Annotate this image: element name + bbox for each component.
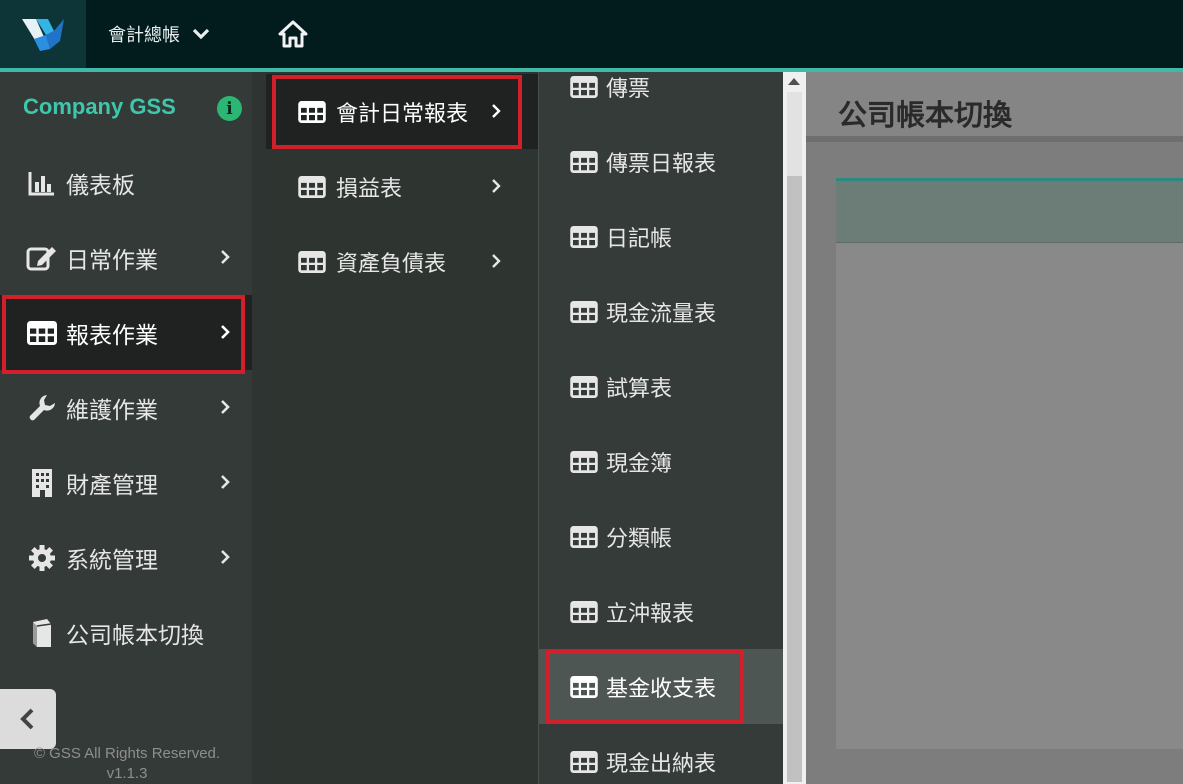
report-item-label: 基金收支表	[606, 676, 717, 702]
company-name: Company GSS	[23, 94, 176, 119]
edit-icon	[25, 243, 59, 273]
wrench-icon	[25, 393, 59, 423]
report-item-cash-book[interactable]: 現金簿	[539, 424, 784, 499]
report-item-label: 現金流量表	[606, 301, 717, 327]
report-item-label: 試算表	[606, 376, 673, 402]
report-item-voucher-daily[interactable]: 傳票日報表	[539, 124, 784, 199]
table-icon	[570, 525, 598, 548]
chevron-right-icon	[221, 550, 230, 564]
book-icon	[25, 618, 59, 648]
submenu-item-label: 會計日常報表	[336, 101, 469, 127]
table-icon	[570, 75, 598, 98]
sidebar-item-reports[interactable]: 報表作業	[0, 295, 266, 370]
sidebar-item-label: 維護作業	[66, 397, 158, 424]
sidebar-item-label: 日常作業	[66, 247, 158, 274]
table-icon	[570, 150, 598, 173]
daily-reports-menu: 傳票傳票日報表日記帳現金流量表試算表現金簿分類帳立沖報表基金收支表現金出納表	[538, 72, 784, 784]
chevron-right-icon	[221, 400, 230, 414]
content-header: 公司帳本切換	[806, 72, 1183, 142]
report-item-label: 現金簿	[606, 451, 673, 477]
content-panel	[836, 178, 1183, 749]
logo-icon	[22, 19, 64, 51]
page-title: 公司帳本切換	[838, 98, 1013, 132]
report-item-label: 立沖報表	[606, 601, 695, 627]
table-icon	[570, 600, 598, 623]
table-icon	[298, 175, 326, 198]
report-item-ledger[interactable]: 分類帳	[539, 499, 784, 574]
app-logo[interactable]	[0, 0, 86, 68]
chevron-right-icon	[492, 179, 501, 193]
submenu-item-income-statement[interactable]: 損益表	[266, 149, 538, 224]
version-text: v1.1.3	[106, 765, 148, 782]
sidebar-item-daily[interactable]: 日常作業	[0, 220, 266, 295]
table-icon	[570, 375, 598, 398]
submenu-item-balance-sheet[interactable]: 資產負債表	[266, 224, 538, 299]
sidebar: Company GSS i 儀表板 日常作業 報表作業 維護作業 財產管理 系統…	[0, 72, 266, 784]
building-icon	[25, 468, 59, 498]
home-button[interactable]	[276, 18, 310, 50]
chevron-right-icon	[492, 254, 501, 268]
copyright-text: © GSS All Rights Reserved.	[33, 745, 221, 762]
report-item-label: 日記帳	[606, 226, 673, 252]
table-icon	[570, 225, 598, 248]
gear-icon	[25, 543, 59, 573]
reports-submenu: 會計日常報表 損益表 資產負債表	[266, 72, 538, 784]
report-item-offset-report[interactable]: 立沖報表	[539, 574, 784, 649]
report-item-cash-receipts[interactable]: 現金出納表	[539, 724, 784, 784]
table-icon	[298, 100, 326, 123]
report-item-label: 傳票	[606, 76, 651, 102]
sidebar-item-maintenance[interactable]: 維護作業	[0, 370, 266, 445]
sidebar-item-dashboard[interactable]: 儀表板	[0, 145, 266, 220]
chevron-down-icon	[192, 28, 210, 40]
report-item-voucher[interactable]: 傳票	[539, 49, 784, 124]
report-item-journal[interactable]: 日記帳	[539, 199, 784, 274]
chevron-left-icon	[20, 708, 34, 730]
chevron-right-icon	[492, 104, 501, 118]
chevron-right-icon	[221, 325, 230, 339]
panel-header	[836, 181, 1183, 243]
submenu-item-label: 資產負債表	[336, 251, 447, 277]
sidebar-item-label: 系統管理	[66, 547, 158, 574]
table-icon	[298, 250, 326, 273]
home-icon	[278, 20, 308, 48]
report-item-label: 傳票日報表	[606, 151, 717, 177]
copyright: © GSS All Rights Reserved. v1.1.3	[22, 744, 232, 784]
menu-scrollbar[interactable]	[783, 72, 806, 784]
scroll-thumb[interactable]	[787, 176, 802, 782]
table-icon	[570, 675, 598, 698]
chevron-right-icon	[221, 475, 230, 489]
table-icon	[570, 750, 598, 773]
sidebar-item-system[interactable]: 系統管理	[0, 520, 266, 595]
sidebar-item-label: 儀表板	[66, 172, 135, 199]
info-icon[interactable]: i	[217, 96, 242, 121]
table-icon	[25, 318, 59, 348]
sidebar-item-label: 財產管理	[66, 472, 158, 499]
collapse-sidebar-button[interactable]	[0, 689, 56, 749]
report-item-label: 分類帳	[606, 526, 673, 552]
scroll-up-arrow-icon[interactable]	[788, 78, 800, 85]
report-item-cash-flow[interactable]: 現金流量表	[539, 274, 784, 349]
table-icon	[570, 450, 598, 473]
main-content: 公司帳本切換	[806, 72, 1183, 784]
submenu-item-label: 損益表	[336, 176, 403, 202]
submenu-item-daily-reports[interactable]: 會計日常報表	[266, 74, 538, 149]
table-icon	[570, 300, 598, 323]
sidebar-item-assets[interactable]: 財產管理	[0, 445, 266, 520]
report-item-trial-balance[interactable]: 試算表	[539, 349, 784, 424]
report-item-fund-report[interactable]: 基金收支表	[539, 649, 784, 724]
bar-chart-icon	[25, 168, 59, 198]
chevron-right-icon	[221, 250, 230, 264]
ledger-label: 會計總帳	[108, 25, 180, 46]
sidebar-item-label: 報表作業	[66, 322, 158, 349]
sidebar-item-switch-ledger[interactable]: 公司帳本切換	[0, 595, 266, 670]
sidebar-item-label: 公司帳本切換	[66, 622, 204, 649]
sidebar-scrollbar[interactable]	[252, 72, 266, 784]
report-item-label: 現金出納表	[606, 751, 717, 777]
ledger-dropdown[interactable]: 會計總帳	[108, 18, 210, 50]
